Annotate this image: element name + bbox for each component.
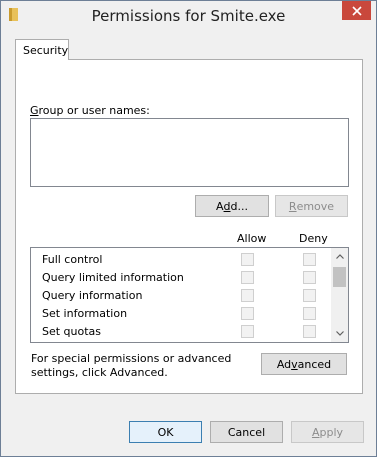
permissions-dialog: Permissions for Smite.exe Security Group… xyxy=(0,0,377,457)
title-bar[interactable]: Permissions for Smite.exe xyxy=(1,1,376,31)
window-title: Permissions for Smite.exe xyxy=(91,7,286,25)
cancel-button[interactable]: Cancel xyxy=(210,421,283,443)
permission-row: Query information xyxy=(31,286,331,304)
scroll-up-button[interactable] xyxy=(331,248,348,265)
close-button[interactable] xyxy=(342,1,371,20)
ok-button[interactable]: OK xyxy=(129,421,202,443)
permission-row: Query limited information xyxy=(31,268,331,286)
deny-checkbox[interactable] xyxy=(303,289,316,302)
chevron-down-icon xyxy=(335,331,344,336)
permission-row: Set quotas xyxy=(31,322,331,340)
allow-checkbox[interactable] xyxy=(241,253,254,266)
permissions-scrollbar[interactable] xyxy=(331,248,348,342)
close-icon xyxy=(351,5,362,16)
permission-name: Set information xyxy=(42,307,128,320)
remove-button[interactable]: Remove xyxy=(275,195,348,217)
deny-checkbox[interactable] xyxy=(303,325,316,338)
allow-checkbox[interactable] xyxy=(241,271,254,284)
permission-name: Query limited information xyxy=(42,271,184,284)
allow-column-header: Allow xyxy=(237,232,267,245)
user-list[interactable] xyxy=(30,118,349,187)
permission-row: Full control xyxy=(31,250,331,268)
tab-security[interactable]: Security xyxy=(15,39,69,60)
deny-checkbox[interactable] xyxy=(303,253,316,266)
permission-name: Set quotas xyxy=(42,325,102,338)
scroll-down-button[interactable] xyxy=(331,325,348,342)
chevron-up-icon xyxy=(335,254,344,259)
allow-checkbox[interactable] xyxy=(241,325,254,338)
allow-checkbox[interactable] xyxy=(241,307,254,320)
special-permissions-text: For special permissions or advanced sett… xyxy=(31,352,232,379)
deny-column-header: Deny xyxy=(299,232,328,245)
deny-checkbox[interactable] xyxy=(303,271,316,284)
advanced-button[interactable]: Ad v anced xyxy=(261,353,347,375)
permission-name: Full control xyxy=(42,253,103,266)
permission-name: Query information xyxy=(42,289,143,302)
deny-checkbox[interactable] xyxy=(303,307,316,320)
apply-button[interactable]: Apply xyxy=(291,421,364,443)
permissions-list[interactable]: Full control Query limited information Q… xyxy=(30,247,349,343)
scroll-thumb[interactable] xyxy=(333,267,346,287)
permission-row: Set information xyxy=(31,304,331,322)
allow-checkbox[interactable] xyxy=(241,289,254,302)
add-button[interactable]: Ad d... xyxy=(195,195,269,217)
group-or-user-names-label: Group or user names: xyxy=(30,104,150,117)
